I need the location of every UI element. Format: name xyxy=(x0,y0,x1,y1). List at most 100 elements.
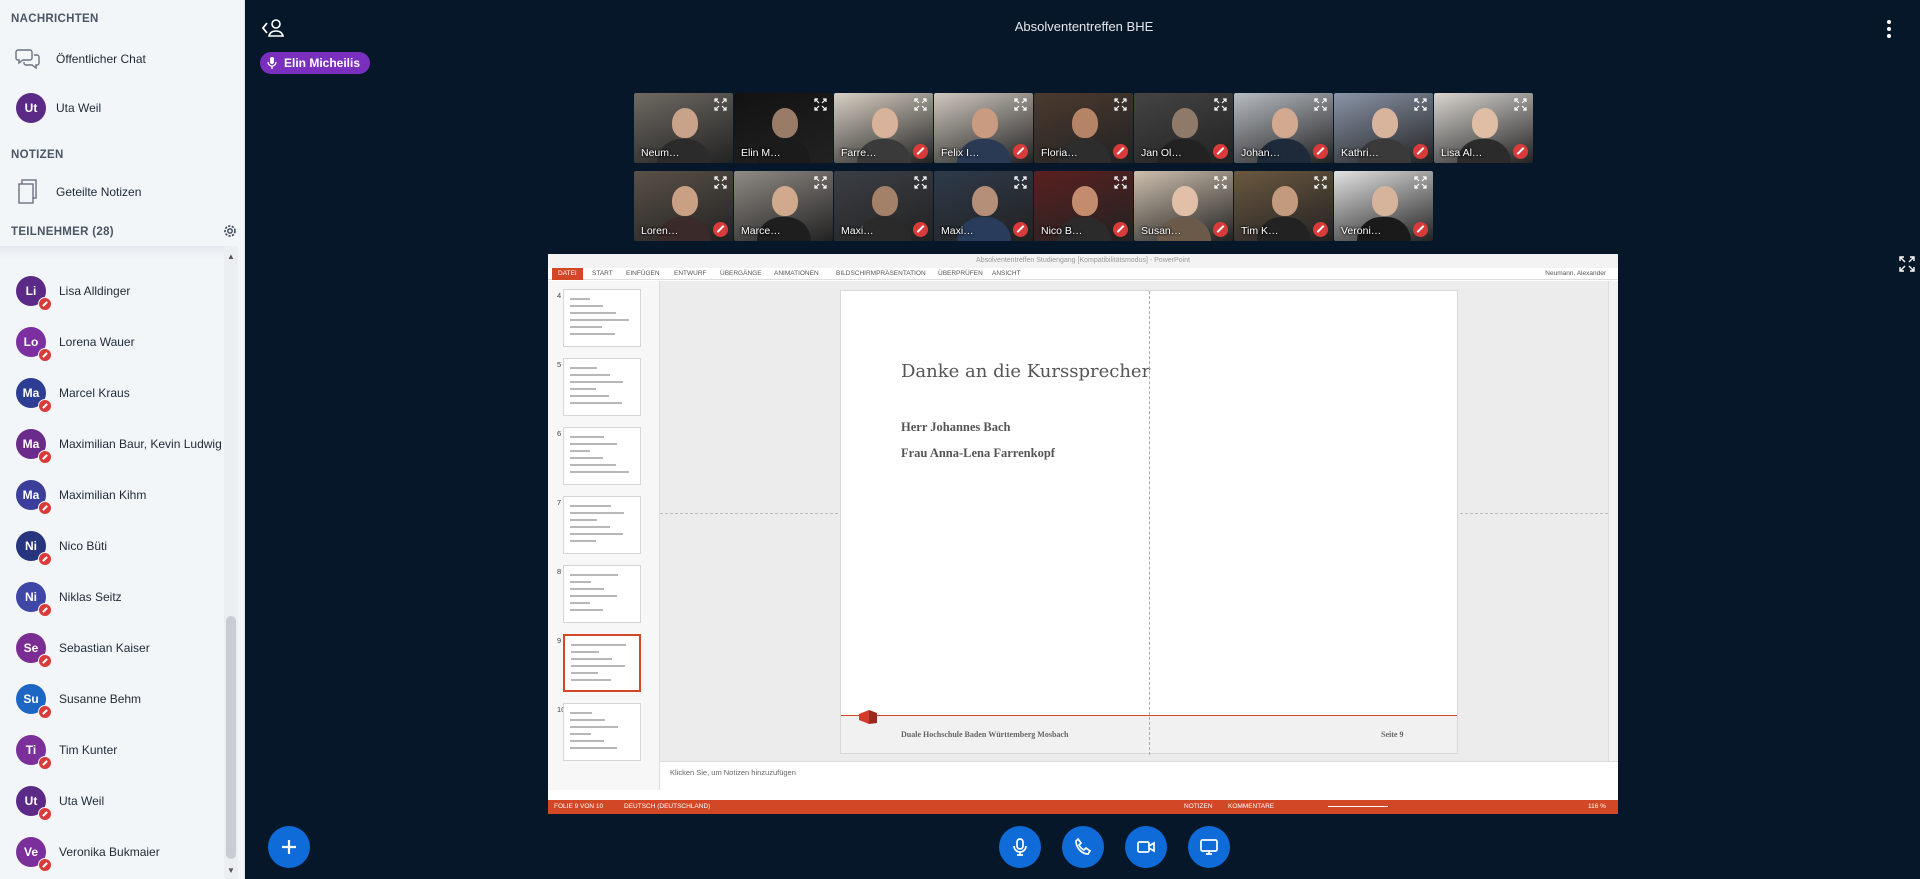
slide-thumbnails[interactable]: 4 5 6 7 8 9 10 xyxy=(548,281,660,790)
expand-icon[interactable] xyxy=(914,98,927,111)
actions-button[interactable] xyxy=(268,826,310,868)
private-chat-item[interactable]: Ut Uta Weil xyxy=(0,88,244,128)
screen-share-button[interactable] xyxy=(1188,826,1230,868)
video-tile[interactable]: Marce… xyxy=(734,171,833,241)
expand-icon[interactable] xyxy=(1014,98,1027,111)
tab-bildschirmpraesentation[interactable]: BILDSCHIRMPRÄSENTATION xyxy=(836,270,926,277)
video-name-label[interactable]: Veroni… xyxy=(1334,225,1412,237)
tab-animationen[interactable]: ANIMATIONEN xyxy=(774,270,819,277)
expand-icon[interactable] xyxy=(1214,98,1227,111)
participant-row[interactable]: Su Susanne Behm xyxy=(0,674,224,725)
video-tile[interactable]: Jan Ol… xyxy=(1134,93,1233,163)
participant-row[interactable]: Ma Marcel Kraus xyxy=(0,368,224,419)
video-name-label[interactable]: Floria… xyxy=(1034,147,1112,159)
video-tile[interactable]: Nico B… xyxy=(1034,171,1133,241)
expand-icon[interactable] xyxy=(1014,176,1027,189)
participant-row[interactable]: Se Sebastian Kaiser xyxy=(0,623,224,674)
participant-row[interactable]: Ni Niklas Seitz xyxy=(0,572,224,623)
participant-row[interactable]: Li Lisa Alldinger xyxy=(0,266,224,317)
video-name-label[interactable]: Maxi… xyxy=(934,225,1012,237)
video-name-label[interactable]: Kathri… xyxy=(1334,147,1412,159)
scroll-down-icon[interactable]: ▼ xyxy=(227,866,235,875)
tab-entwurf[interactable]: ENTWURF xyxy=(674,270,707,277)
slide-thumbnail[interactable] xyxy=(563,496,641,554)
expand-icon[interactable] xyxy=(1114,176,1127,189)
expand-icon[interactable] xyxy=(1314,98,1327,111)
video-name-label[interactable]: Loren… xyxy=(634,225,712,237)
fullscreen-icon[interactable] xyxy=(1899,256,1915,272)
video-name-label[interactable]: Jan Ol… xyxy=(1134,147,1212,159)
video-name-label[interactable]: Johan… xyxy=(1234,147,1312,159)
video-name-label[interactable]: Nico B… xyxy=(1034,225,1112,237)
slide-thumbnail[interactable] xyxy=(563,427,641,485)
video-tile[interactable]: Neum… xyxy=(634,93,733,163)
participant-row[interactable]: Ma Maximilian Kihm xyxy=(0,470,224,521)
more-options-icon[interactable] xyxy=(1884,18,1894,40)
tab-start[interactable]: START xyxy=(592,270,613,277)
video-tile[interactable]: Elin M… xyxy=(734,93,833,163)
presentation-area[interactable]: Absolvententreffen Studiengang [Kompatib… xyxy=(548,254,1618,814)
video-tile[interactable]: Floria… xyxy=(1034,93,1133,163)
shared-notes-item[interactable]: Geteilte Notizen xyxy=(0,172,244,212)
video-tile[interactable]: Felix I… xyxy=(934,93,1033,163)
tab-ansicht[interactable]: ANSICHT xyxy=(992,270,1021,277)
microphone-button[interactable] xyxy=(999,826,1041,868)
video-tile[interactable]: Veroni… xyxy=(1334,171,1433,241)
participants-scrollbar[interactable]: ▲ ▼ xyxy=(224,246,238,879)
tab-uebergaenge[interactable]: ÜBERGÄNGE xyxy=(720,270,762,277)
video-tile[interactable]: Lisa Al… xyxy=(1434,93,1533,163)
status-notes[interactable]: NOTIZEN xyxy=(1184,800,1213,814)
video-name-label[interactable]: Neum… xyxy=(634,147,712,159)
participant-row[interactable]: Ut Uta Weil xyxy=(0,776,224,827)
expand-icon[interactable] xyxy=(814,98,827,111)
video-name-label[interactable]: Marce… xyxy=(734,225,812,237)
expand-icon[interactable] xyxy=(714,98,727,111)
video-name-label[interactable]: Susan… xyxy=(1134,225,1212,237)
status-comments[interactable]: KOMMENTARE xyxy=(1228,800,1274,814)
expand-icon[interactable] xyxy=(1414,176,1427,189)
participant-row[interactable]: Ni Nico Büti xyxy=(0,521,224,572)
slide-thumbnail[interactable] xyxy=(563,634,641,692)
expand-icon[interactable] xyxy=(714,176,727,189)
video-tile[interactable]: Susan… xyxy=(1134,171,1233,241)
notes-pane[interactable]: Klicken Sie, um Notizen hinzuzufügen xyxy=(660,761,1618,783)
video-name-label[interactable]: Maxi… xyxy=(834,225,912,237)
zoom-slider[interactable] xyxy=(1328,806,1388,807)
status-zoom[interactable]: 116 % xyxy=(1588,800,1606,814)
video-name-label[interactable]: Elin M… xyxy=(734,147,812,159)
video-name-label[interactable]: Lisa Al… xyxy=(1434,147,1512,159)
camera-button[interactable] xyxy=(1125,826,1167,868)
participant-row[interactable]: Ve Veronika Bukmaier xyxy=(0,827,224,878)
video-tile[interactable]: Maxi… xyxy=(834,171,933,241)
expand-icon[interactable] xyxy=(1314,176,1327,189)
scroll-up-icon[interactable]: ▲ xyxy=(227,252,235,261)
video-tile[interactable]: Tim K… xyxy=(1234,171,1333,241)
public-chat-item[interactable]: Öffentlicher Chat xyxy=(0,39,244,79)
video-tile[interactable]: Kathri… xyxy=(1334,93,1433,163)
expand-icon[interactable] xyxy=(1214,176,1227,189)
tab-ueberpruefen[interactable]: ÜBERPRÜFEN xyxy=(938,270,983,277)
participant-row[interactable]: Ma Maximilian Baur, Kevin Ludwig xyxy=(0,419,224,470)
expand-icon[interactable] xyxy=(1114,98,1127,111)
slide-scrollbar[interactable] xyxy=(1608,281,1618,761)
video-tile[interactable]: Johan… xyxy=(1234,93,1333,163)
scrollbar-thumb[interactable] xyxy=(226,616,236,859)
participants-list[interactable]: Li Lisa Alldinger Lo Lorena Wauer Ma Marcel K… xyxy=(0,246,224,879)
video-name-label[interactable]: Tim K… xyxy=(1234,225,1312,237)
tab-datei[interactable]: DATEI xyxy=(552,268,583,280)
gear-icon[interactable] xyxy=(222,223,238,239)
video-tile[interactable]: Farre… xyxy=(834,93,933,163)
phone-button[interactable] xyxy=(1062,826,1104,868)
video-tile[interactable]: Loren… xyxy=(634,171,733,241)
expand-icon[interactable] xyxy=(1514,98,1527,111)
slide-thumbnail[interactable] xyxy=(563,358,641,416)
slide-thumbnail[interactable] xyxy=(563,565,641,623)
participant-row[interactable]: Ti Tim Kunter xyxy=(0,725,224,776)
user-list-toggle-icon[interactable] xyxy=(260,17,286,39)
video-name-label[interactable]: Farre… xyxy=(834,147,912,159)
expand-icon[interactable] xyxy=(814,176,827,189)
participant-row[interactable]: Lo Lorena Wauer xyxy=(0,317,224,368)
slide-thumbnail[interactable] xyxy=(563,703,641,761)
expand-icon[interactable] xyxy=(914,176,927,189)
expand-icon[interactable] xyxy=(1414,98,1427,111)
